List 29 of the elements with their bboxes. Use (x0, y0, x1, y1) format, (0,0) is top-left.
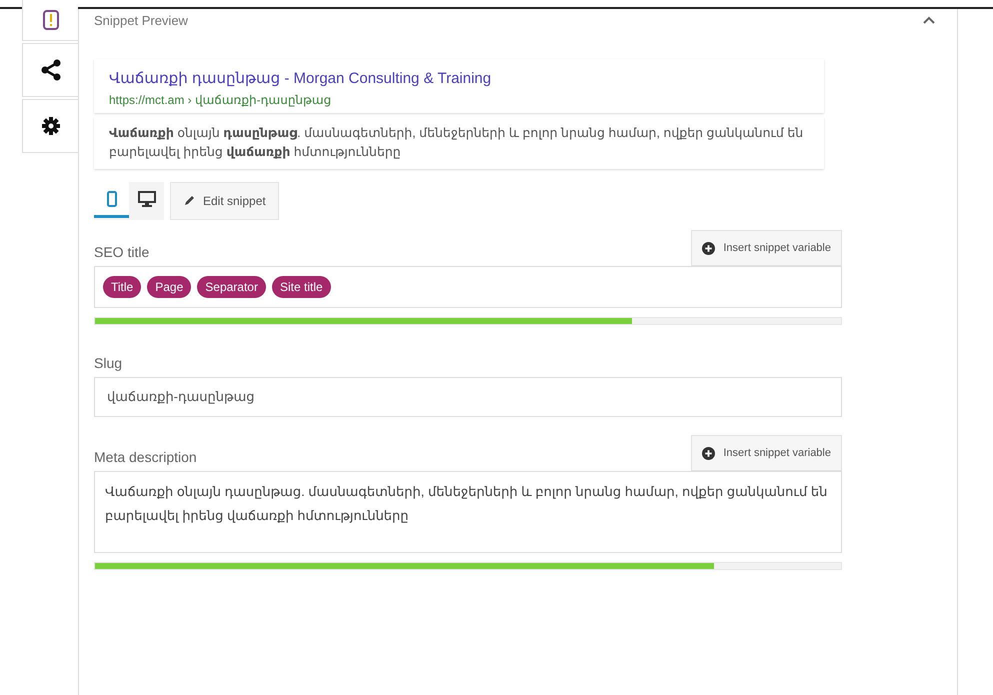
variable-tag[interactable]: Title (103, 276, 142, 298)
result-description: Վաճառքի օնլայն դասընթաց. մասնագետների, մենեջերների և բոլոր նրանց համար, ովքեր ցանկանում են բարելավել իրենց վաճառքի հմտությունները (109, 125, 804, 161)
result-title: Վաճառքի դասընթաց - Morgan Consulting & Training (109, 69, 492, 87)
variable-tag[interactable]: Separator (197, 276, 266, 298)
settings-icon (40, 116, 60, 136)
monitor-icon (138, 190, 156, 206)
phone-icon (106, 190, 116, 206)
sidebar-tab[interactable] (22, 99, 78, 153)
field-label: Slug (94, 355, 122, 373)
plus-circle-icon (702, 446, 716, 460)
traffic-light-icon (42, 10, 60, 30)
share-icon (40, 59, 62, 81)
field-label: Meta description (94, 449, 197, 467)
plus-circle-icon (702, 242, 716, 254)
field-label: SEO title (94, 244, 150, 262)
insert-variable-button[interactable]: Insert snippet variable (691, 230, 842, 266)
section-title: Snippet Preview (94, 12, 188, 28)
sidebar-tab[interactable] (22, 43, 78, 97)
seo-title-field[interactable]: Title Page Separator Site title (94, 266, 842, 308)
collapse-chevron-icon[interactable] (923, 16, 935, 24)
variable-tag[interactable]: Site title (272, 276, 331, 298)
slug-field[interactable]: վաճառքի-դասընթաց (94, 377, 842, 417)
variable-tag[interactable]: Page (147, 276, 192, 298)
pencil-icon (183, 195, 195, 207)
result-url: https://mct.am › վաճառքի-դասընթաց (109, 93, 332, 107)
sidebar-tab[interactable] (22, 0, 78, 41)
edit-snippet-button[interactable]: Edit snippet (170, 182, 279, 220)
meta-description-field[interactable]: Վաճառքի օնլայն դասընթաց. մասնագետների, մենեջերների և բոլոր նրանց համար, ովքեր ցանկանում են բարելավել իրենց վաճառքի հմտությունները (94, 471, 842, 553)
insert-variable-button[interactable]: Insert snippet variable (691, 435, 842, 471)
